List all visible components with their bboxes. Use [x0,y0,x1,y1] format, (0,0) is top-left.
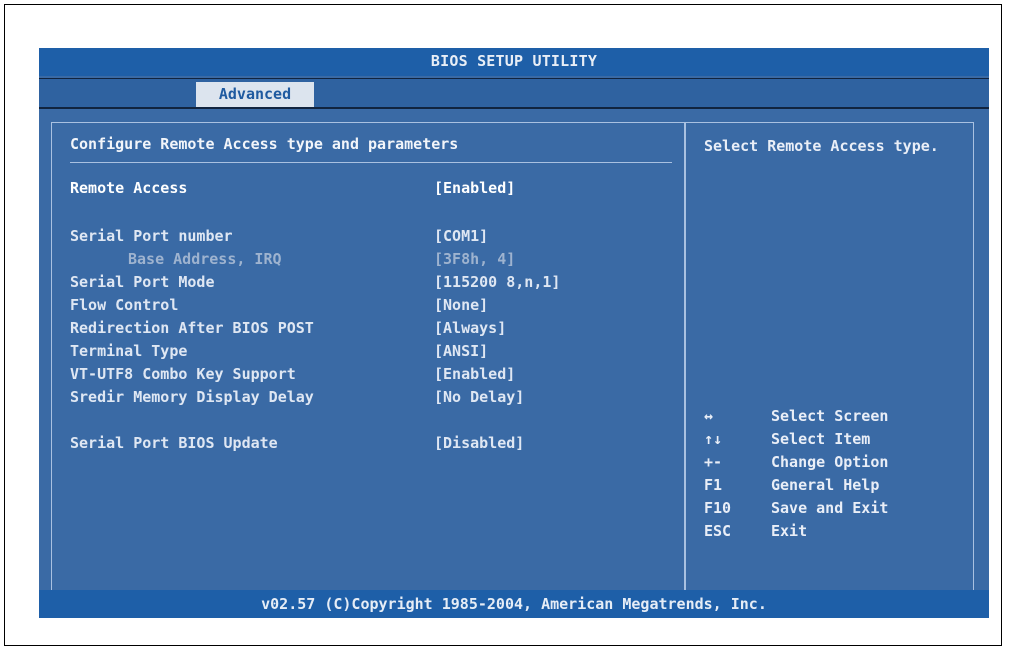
key-description: General Help [771,476,880,494]
key-legend-item: ↔ Select Screen [704,407,969,430]
setting-flow-control[interactable]: Flow Control [None] [70,296,670,318]
help-panel: Select Remote Access type. ↔ Select Scre… [685,122,974,598]
key-description: Select Item [771,430,871,448]
key-name: +- [704,453,723,471]
setting-value[interactable]: [No Delay] [434,388,524,406]
key-description: Change Option [771,453,889,471]
setting-value[interactable]: [115200 8,n,1] [434,273,560,291]
setting-value[interactable]: [Disabled] [434,434,524,452]
setting-serial-port-number[interactable]: Serial Port number [COM1] [70,227,670,249]
setting-label: Flow Control [70,296,179,314]
setting-base-address-irq: Base Address, IRQ [3F8h, 4] [70,250,670,272]
setting-remote-access[interactable]: Remote Access [Enabled] [70,179,670,201]
window-title: BIOS SETUP UTILITY [39,48,989,76]
setting-label: Redirection After BIOS POST [70,319,314,337]
setting-value: [3F8h, 4] [434,250,516,268]
bios-setup-window: BIOS SETUP UTILITY Advanced Configure Re… [39,48,989,618]
setting-serial-port-mode[interactable]: Serial Port Mode [115200 8,n,1] [70,273,670,295]
tab-advanced[interactable]: Advanced [196,82,314,107]
setting-terminal-type[interactable]: Terminal Type [ANSI] [70,342,670,364]
setting-value[interactable]: [Enabled] [434,365,515,383]
setting-label: Terminal Type [70,342,188,360]
setting-value[interactable]: [COM1] [434,227,488,245]
setting-value[interactable]: [Always] [434,319,506,337]
setting-sredir-memory-display-delay[interactable]: Sredir Memory Display Delay [No Delay] [70,388,670,410]
key-description: Exit [771,522,808,540]
setting-label: Serial Port number [70,227,233,245]
setting-value[interactable]: [ANSI] [434,342,488,360]
setting-serial-port-bios-update[interactable]: Serial Port BIOS Update [Disabled] [70,434,670,456]
key-name: F10 [704,499,732,517]
setting-label: Serial Port Mode [70,273,215,291]
tab-bar: Advanced [39,78,989,109]
setting-vt-utf8-combo-key[interactable]: VT-UTF8 Combo Key Support [Enabled] [70,365,670,387]
key-legend-item: +- Change Option [704,453,969,476]
setting-label: Sredir Memory Display Delay [70,388,314,406]
panel-heading: Configure Remote Access type and paramet… [70,135,459,153]
heading-divider [70,162,672,163]
key-name: ESC [704,522,732,540]
key-legend-item: ↑↓ Select Item [704,430,969,453]
setting-label: Serial Port BIOS Update [70,434,278,452]
screenshot-frame: BIOS SETUP UTILITY Advanced Configure Re… [4,4,1002,646]
key-legend-item: F1 General Help [704,476,969,499]
settings-panel: Configure Remote Access type and paramet… [51,122,685,598]
setting-label: VT-UTF8 Combo Key Support [70,365,296,383]
key-legend-item: F10 Save and Exit [704,499,969,522]
setting-label: Remote Access [70,179,188,197]
key-name: F1 [704,476,723,494]
setting-value[interactable]: [Enabled] [434,179,515,197]
setting-redirection-after-post[interactable]: Redirection After BIOS POST [Always] [70,319,670,341]
key-legend: ↔ Select Screen ↑↓ Select Item +- Change… [704,407,969,545]
left-right-arrow-icon: ↔ [704,407,714,425]
help-text: Select Remote Access type. [704,137,939,155]
copyright-footer: v02.57 (C)Copyright 1985-2004, American … [39,590,989,618]
key-description: Save and Exit [771,499,889,517]
setting-value[interactable]: [None] [434,296,488,314]
up-down-arrow-icon: ↑↓ [704,430,723,448]
key-description: Select Screen [771,407,889,425]
setting-label: Base Address, IRQ [128,250,282,268]
key-legend-item: ESC Exit [704,522,969,545]
